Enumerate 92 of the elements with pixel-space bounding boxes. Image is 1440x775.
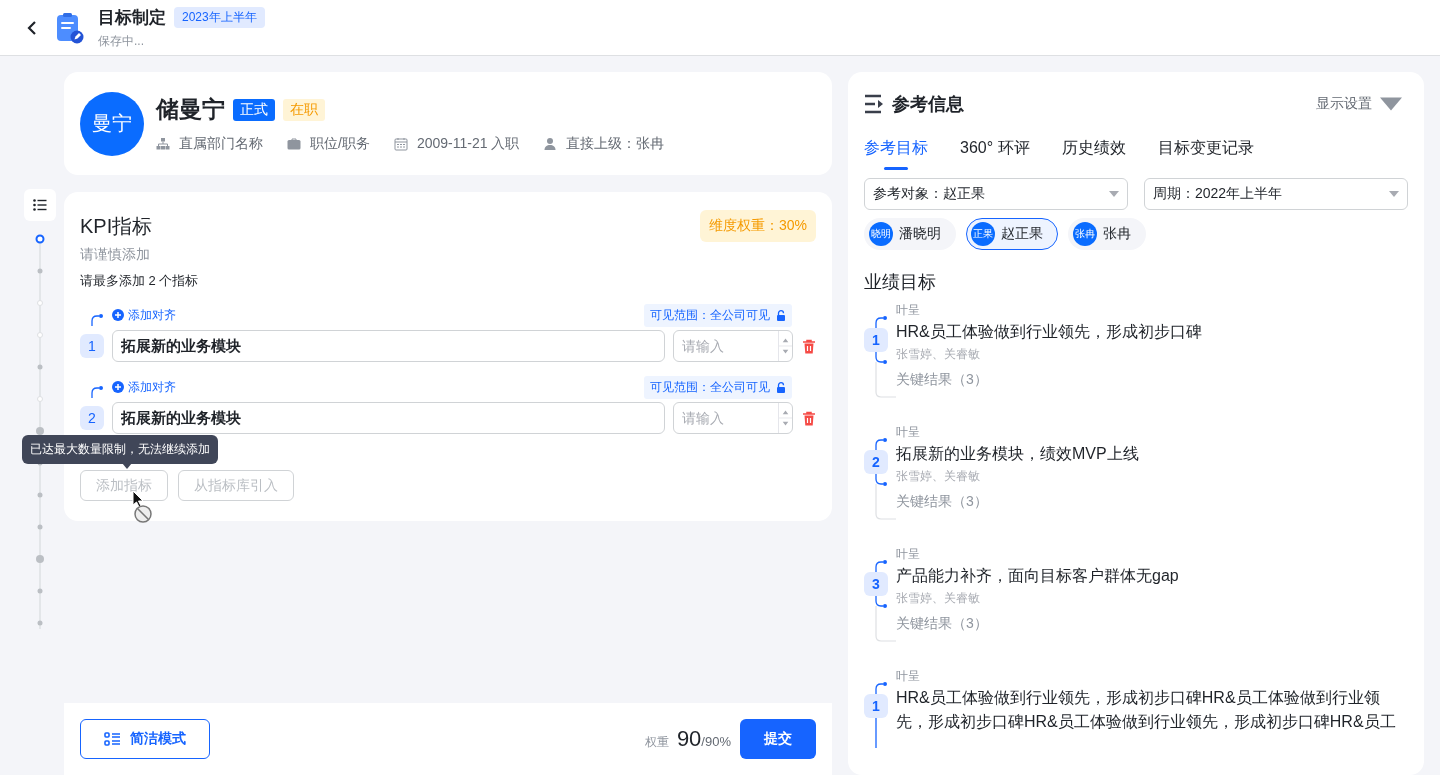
person-chip[interactable]: 张冉 张冉 xyxy=(1068,218,1146,250)
person-icon xyxy=(543,137,558,151)
connector-drawing xyxy=(874,560,888,572)
weight-value: 90 xyxy=(676,726,702,752)
period-badge: 2023年上半年 xyxy=(174,6,265,28)
goal-owner: 叶呈 xyxy=(896,302,921,319)
add-alignment-link[interactable]: 添加对齐 xyxy=(112,306,176,324)
outline-button[interactable] xyxy=(24,189,56,221)
visibility-tag[interactable]: 可见范围：全公司可见 xyxy=(644,303,792,327)
tooltip: 已达最大数量限制，无法继续添加 xyxy=(22,435,218,464)
key-results-link[interactable]: 关键结果（3） xyxy=(896,364,1408,394)
stepper-icon[interactable] xyxy=(778,403,792,433)
tab[interactable]: 360° 环评 xyxy=(960,138,1030,170)
avatar: 晓明 xyxy=(869,222,893,246)
status-tag: 在职 xyxy=(283,98,325,121)
briefcase-icon xyxy=(287,137,301,151)
profile-meta-text: 2009-11-21 入职 xyxy=(416,135,520,153)
list-icon[interactable] xyxy=(33,199,47,211)
goal-participants: 张雪婷、关睿敏 xyxy=(896,590,981,607)
employee-name: 储曼宁 xyxy=(156,95,225,124)
goal-title: HR&员工体验做到行业领先，形成初步口碑HR&员工体验做到行业领先，形成初步口碑HR&员工体验做到行业领先，形成初步口碑HR&员工 xyxy=(896,688,1397,732)
connector-drawing xyxy=(875,718,877,748)
submit-button[interactable]: 提交 xyxy=(740,719,816,759)
tab[interactable]: 参考目标 xyxy=(864,138,928,170)
index-badge: 1 xyxy=(80,334,104,358)
person-chip[interactable]: 晓明 潘晓明 xyxy=(864,218,956,250)
index-badge: 1 xyxy=(864,328,888,352)
goal-owner: 叶呈 xyxy=(896,668,921,685)
connector-drawing xyxy=(874,438,888,450)
goal-title: 拓展新的业务模块，绩效MVP上线 xyxy=(896,444,1140,464)
tooltip-pointer-icon xyxy=(122,463,132,469)
org-chart-icon xyxy=(156,137,170,151)
index-badge: 1 xyxy=(864,694,888,718)
connector-drawing xyxy=(90,312,104,326)
avatar: 曼宁 xyxy=(80,91,144,156)
filter-select[interactable]: 周期：2022年上半年 xyxy=(1144,178,1408,210)
weight-label: 权重 xyxy=(644,734,669,751)
weight-input[interactable]: 请输入 xyxy=(673,402,793,434)
index-badge: 2 xyxy=(80,406,104,430)
hint-text: 请谨慎添加 xyxy=(80,246,151,264)
person-chip[interactable]: 正果 赵正果 xyxy=(966,218,1058,250)
filter-select[interactable]: 参考对象：赵正果 xyxy=(864,178,1128,210)
goal-owner: 叶呈 xyxy=(896,424,921,441)
plus-circle-icon[interactable] xyxy=(112,309,124,321)
delete-icon[interactable] xyxy=(802,410,816,426)
panel-title: 参考信息 xyxy=(892,93,964,116)
profile-meta-text: 直属部门名称 xyxy=(179,135,263,153)
caret-icon[interactable] xyxy=(1109,191,1119,197)
stepper-icon[interactable] xyxy=(778,331,792,361)
indicator-input[interactable]: 拓展新的业务模块 xyxy=(112,402,665,434)
lock-icon[interactable] xyxy=(776,309,786,321)
goal-participants: 张雪婷、关睿敏 xyxy=(896,346,981,363)
status-tag: 正式 xyxy=(233,98,275,121)
profile-meta-text: 直接上级：张冉 xyxy=(566,135,665,153)
index-badge: 3 xyxy=(864,572,888,596)
limit-note: 请最多添加 2 个指标 xyxy=(80,272,200,290)
weight-total: /90% xyxy=(701,734,731,749)
connector-drawing xyxy=(874,474,896,520)
calendar-icon xyxy=(393,137,408,151)
indicator-input[interactable]: 拓展新的业务模块 xyxy=(112,330,665,362)
delete-icon[interactable] xyxy=(802,338,816,354)
profile-meta-text: 职位/职务 xyxy=(310,135,370,153)
display-settings-dropdown[interactable]: 显示设置 xyxy=(1316,94,1408,114)
connector-drawing xyxy=(874,682,888,694)
weight-input[interactable]: 请输入 xyxy=(673,330,793,362)
tab[interactable]: 目标变更记录 xyxy=(1157,138,1254,170)
section-title: 业绩目标 xyxy=(864,271,937,294)
goal-participants: 张雪婷、关睿敏 xyxy=(896,468,981,485)
add-alignment-link[interactable]: 添加对齐 xyxy=(112,378,176,396)
lock-icon[interactable] xyxy=(776,381,786,393)
weight-badge: 维度权重：30% xyxy=(699,210,816,242)
avatar: 正果 xyxy=(971,222,995,246)
avatar: 张冉 xyxy=(1073,222,1097,246)
key-results-link[interactable]: 关键结果（3） xyxy=(896,608,1408,638)
save-status: 保存中... xyxy=(98,32,145,50)
page-title: 目标制定 xyxy=(98,6,166,29)
connector-drawing xyxy=(874,316,888,328)
goal-owner: 叶呈 xyxy=(896,546,921,563)
simple-mode-button[interactable]: 简洁模式 xyxy=(80,719,210,759)
caret-icon[interactable] xyxy=(1389,191,1399,197)
connector-drawing xyxy=(90,384,104,398)
connector-drawing xyxy=(874,352,896,398)
clipboard-edit-icon xyxy=(56,11,84,44)
connector-drawing xyxy=(874,596,896,642)
index-badge: 2 xyxy=(864,450,888,474)
key-results-link[interactable]: 关键结果（3） xyxy=(896,486,1408,516)
tab[interactable]: 历史绩效 xyxy=(1061,138,1126,170)
goal-title: HR&员工体验做到行业领先，形成初步口碑 xyxy=(896,322,1203,342)
visibility-tag[interactable]: 可见范围：全公司可见 xyxy=(644,375,792,399)
goal-title: 产品能力补齐，面向目标客户群体无gap xyxy=(896,566,1180,586)
section-title: KPI指标 xyxy=(80,213,153,239)
plus-circle-icon[interactable] xyxy=(112,381,124,393)
